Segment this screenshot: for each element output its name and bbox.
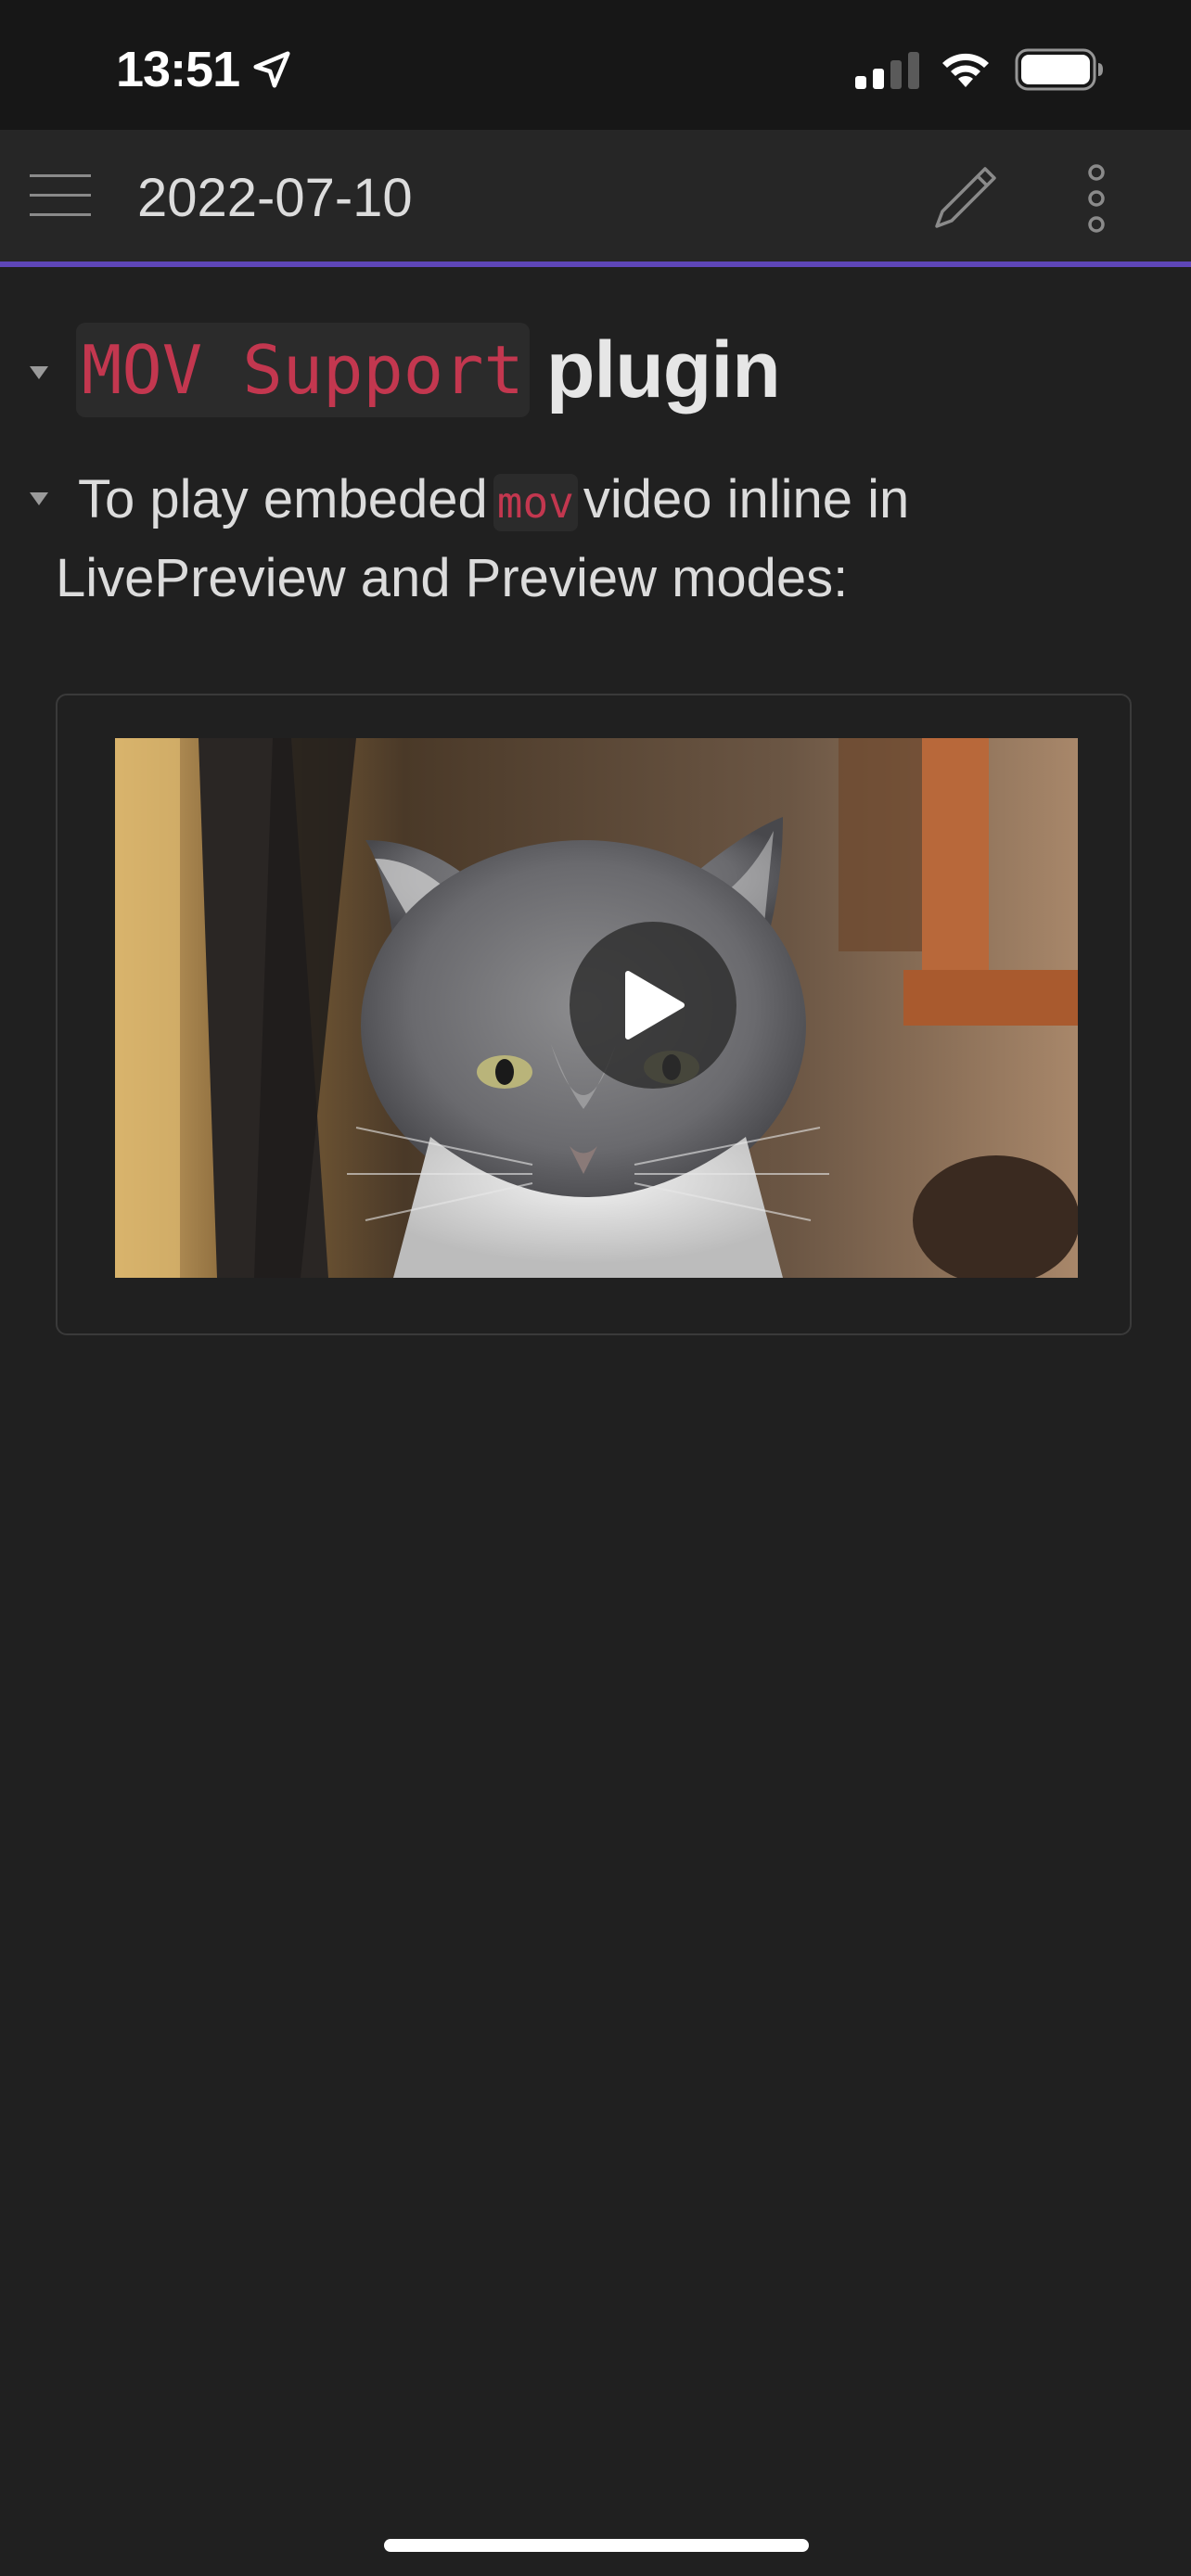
pencil-icon[interactable] (928, 161, 1002, 236)
location-arrow-icon (253, 51, 290, 88)
more-vertical-icon[interactable] (1076, 161, 1117, 236)
collapse-heading-icon[interactable] (28, 363, 50, 382)
play-icon (625, 971, 685, 1039)
heading-code-span: MOV Support (76, 323, 530, 417)
paragraph-text-before: To play embeded (78, 469, 488, 529)
status-bar: 13:51 (0, 0, 1191, 130)
video-player[interactable] (115, 738, 1078, 1278)
note-paragraph: To play embeded mov video inline in LivePr… (56, 462, 1132, 617)
heading-text: plugin (545, 325, 781, 414)
play-button[interactable] (570, 922, 736, 1089)
wifi-icon (942, 53, 989, 87)
home-indicator[interactable] (384, 2539, 809, 2552)
note-heading: MOV Support plugin (76, 319, 781, 421)
menu-icon[interactable] (28, 171, 93, 221)
paragraph-code-span: mov (493, 474, 578, 531)
app-header: 2022-07-10 (0, 130, 1191, 267)
video-embed (56, 694, 1132, 1335)
cellular-signal-icon (855, 52, 919, 89)
status-time: 13:51 (116, 42, 240, 97)
battery-icon (1015, 48, 1103, 91)
page-title[interactable]: 2022-07-10 (137, 167, 413, 229)
collapse-paragraph-icon[interactable] (28, 490, 50, 508)
